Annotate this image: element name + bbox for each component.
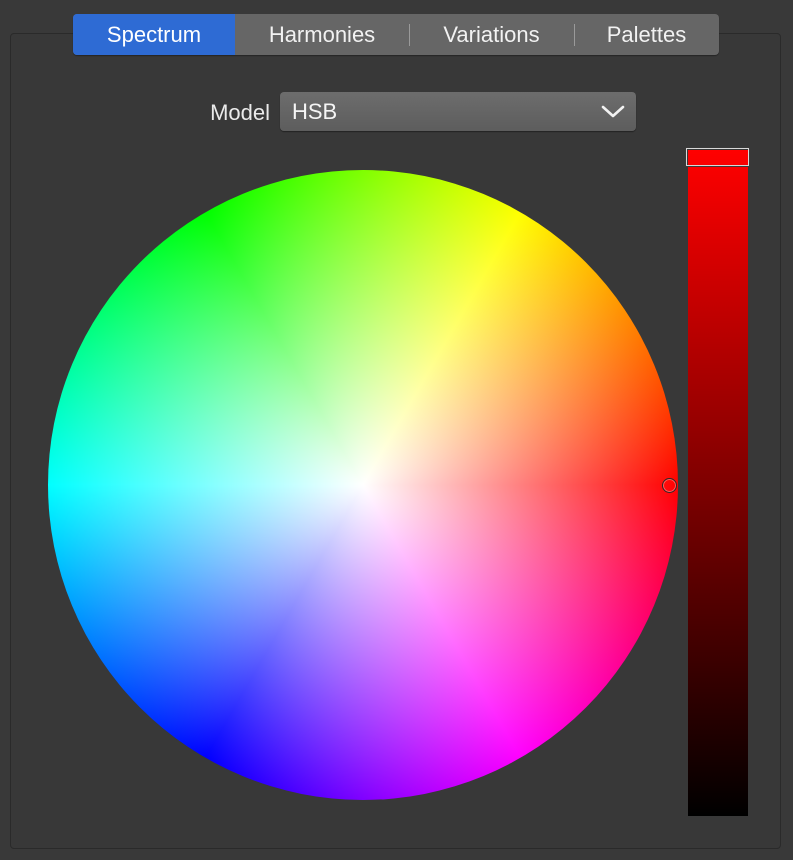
tab-label: Spectrum <box>106 21 202 47</box>
model-dropdown-value: HSB <box>292 98 338 124</box>
model-dropdown[interactable]: HSB <box>280 92 636 131</box>
tab-label: Harmonies <box>268 21 376 47</box>
tab-separator <box>574 24 575 46</box>
brightness-slider-thumb[interactable] <box>685 147 750 167</box>
color-wheel-selection-marker[interactable] <box>662 478 677 493</box>
tab-spectrum[interactable]: Spectrum <box>73 14 235 55</box>
tab-label: Variations <box>443 21 540 47</box>
tab-variations[interactable]: Variations <box>409 14 574 55</box>
color-wheel[interactable] <box>48 170 678 800</box>
tab-bar: Spectrum Harmonies Variations Palettes <box>73 14 719 55</box>
tab-separator <box>409 24 410 46</box>
tab-palettes[interactable]: Palettes <box>574 14 719 55</box>
model-label: Model <box>210 100 270 125</box>
brightness-slider[interactable] <box>688 150 748 816</box>
tab-label: Palettes <box>606 21 687 47</box>
tab-harmonies[interactable]: Harmonies <box>235 14 409 55</box>
chevron-down-icon <box>601 105 625 118</box>
